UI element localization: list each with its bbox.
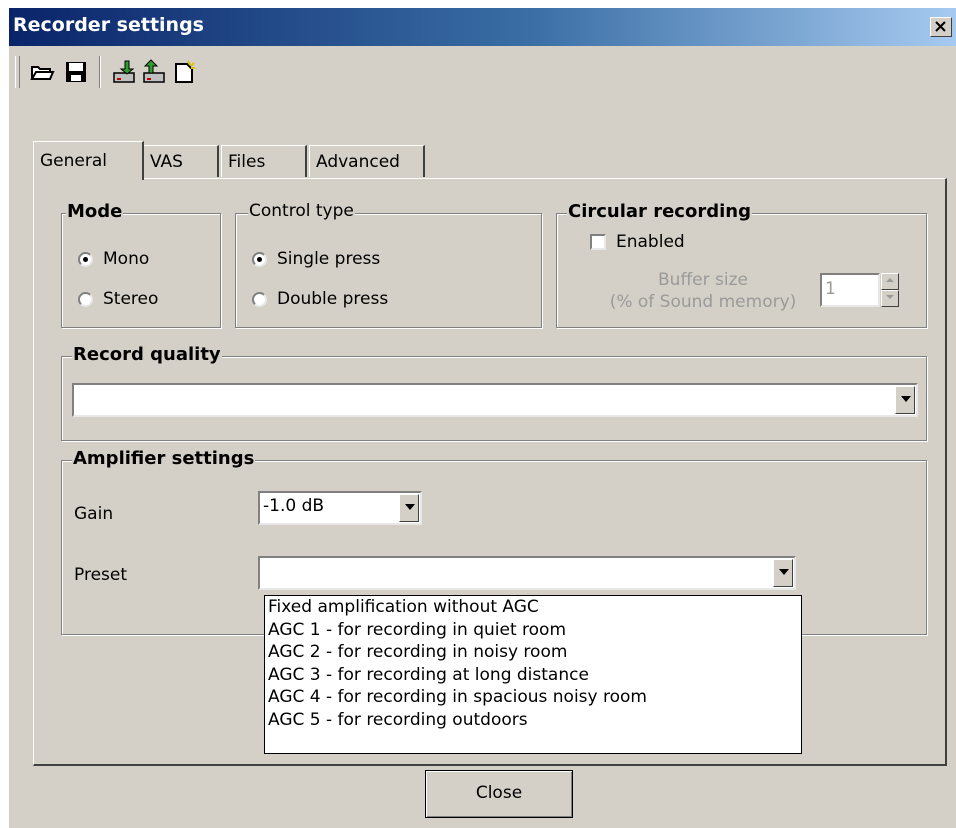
mode-mono-radio[interactable]: Mono [78,249,149,269]
window-title: Recorder settings [13,14,204,36]
preset-select[interactable] [258,556,796,590]
checkbox-box [590,234,606,250]
toolbar [9,46,956,98]
circular-recording-group-label: Circular recording [567,201,752,222]
preset-option[interactable]: AGC 5 - for recording outdoors [265,709,801,732]
buffer-size-label: Buffer size (% of Sound memory) [593,269,813,313]
window-close-button[interactable] [930,17,952,37]
preset-option[interactable]: AGC 1 - for recording in quiet room [265,619,801,642]
preset-option[interactable]: Fixed amplification without AGC [265,596,801,619]
buffer-size-value: 1 [825,279,836,299]
tab-general[interactable]: General [33,141,144,180]
tab-files[interactable]: Files [221,145,307,177]
open-folder-icon [30,66,55,80]
close-button-label: Close [475,783,523,803]
circular-enabled-checkbox[interactable]: Enabled [590,232,685,252]
export-device-icon [143,59,165,83]
tab-vas-label: VAS [150,152,183,172]
import-button[interactable] [111,59,137,85]
tab-vas[interactable]: VAS [143,145,219,177]
buffer-size-line-1: Buffer size [658,270,748,290]
new-defaults-icon [175,60,195,83]
buffer-size-line-2: (% of Sound memory) [609,292,797,312]
save-button[interactable] [63,59,89,85]
preset-option[interactable]: AGC 3 - for recording at long distance [265,664,801,687]
radio-dot [78,251,93,267]
mode-mono-label: Mono [103,249,150,269]
control-type-group-label: Control type [248,201,355,221]
control-single-press-label: Single press [277,249,381,269]
mode-group-label: Mode [66,201,124,222]
buffer-size-input[interactable]: 1 [820,273,880,307]
chevron-down-icon[interactable] [773,559,793,587]
preset-dropdown-list: Fixed amplification without AGC AGC 1 - … [264,595,802,754]
radio-dot [252,251,267,267]
control-type-group: Control type Single press Double press [235,201,542,328]
close-button[interactable]: Close [425,770,573,818]
tab-files-label: Files [228,152,266,172]
new-button[interactable] [171,59,197,85]
circular-enabled-label: Enabled [616,232,685,252]
control-single-press-radio[interactable]: Single press [252,249,380,269]
control-double-press-radio[interactable]: Double press [252,289,388,309]
mode-stereo-radio[interactable]: Stereo [78,289,158,309]
recorder-settings-window: Recorder settings General VAS Files Adva… [8,7,956,828]
record-quality-group: Record quality [61,344,927,441]
export-button[interactable] [141,59,167,85]
save-disk-icon [66,62,86,82]
tab-general-label: General [40,151,107,171]
preset-option[interactable]: AGC 2 - for recording in noisy room [265,641,801,664]
tab-advanced-label: Advanced [316,152,400,172]
gain-value: -1.0 dB [263,496,325,516]
preset-label: Preset [74,565,128,585]
mode-group: Mode Mono Stereo [61,201,221,328]
close-icon [935,21,946,32]
amplifier-settings-group-label: Amplifier settings [72,448,256,469]
radio-dot [78,291,93,307]
buffer-size-spin-down[interactable] [881,290,899,307]
chevron-down-icon[interactable] [399,494,419,522]
record-quality-select[interactable] [72,383,918,417]
radio-dot [252,291,267,307]
tab-advanced[interactable]: Advanced [309,145,425,177]
buffer-size-spin-up[interactable] [881,273,899,290]
mode-stereo-label: Stereo [103,289,159,309]
circular-recording-group: Circular recording Enabled Buffer size (… [556,201,927,328]
title-bar[interactable]: Recorder settings [9,8,956,46]
toolbar-grip[interactable] [15,56,20,88]
open-button[interactable] [29,59,55,85]
control-double-press-label: Double press [277,289,389,309]
record-quality-group-label: Record quality [72,344,222,365]
toolbar-separator [99,56,101,88]
import-device-icon [113,60,135,83]
gain-label: Gain [74,504,114,524]
chevron-down-icon[interactable] [895,386,915,414]
preset-option[interactable]: AGC 4 - for recording in spacious noisy … [265,686,801,709]
gain-select[interactable]: -1.0 dB [258,491,422,525]
